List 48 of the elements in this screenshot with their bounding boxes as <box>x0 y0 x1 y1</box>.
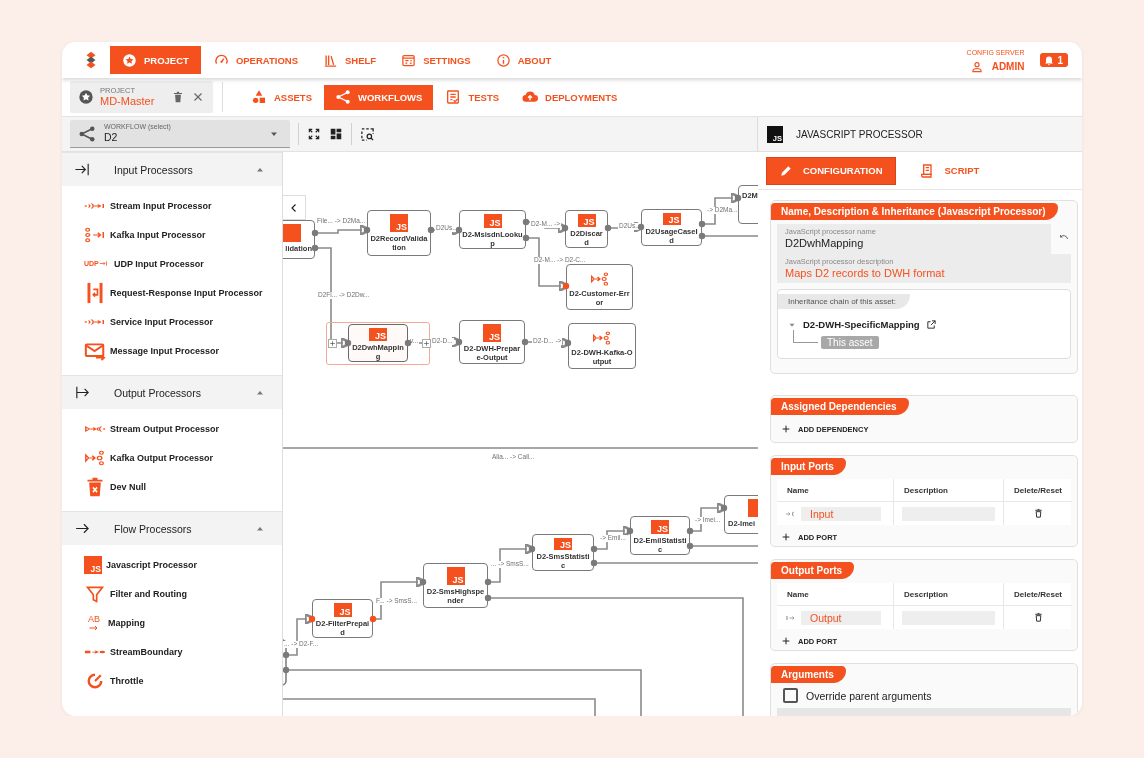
js-badge: JS <box>554 538 572 550</box>
user-menu[interactable]: ADMIN <box>969 59 1025 74</box>
section-tab[interactable]: ASSETS <box>240 84 323 110</box>
override-checkbox[interactable]: Override parent arguments <box>771 683 944 708</box>
js-badge: JS <box>483 214 502 228</box>
js-badge: JS <box>446 567 465 585</box>
palette-item[interactable]: UDP Input Processor <box>114 258 204 269</box>
section-title: Input Ports <box>771 458 846 475</box>
group-header[interactable]: Flow Processors <box>62 511 282 545</box>
column-header: Description <box>894 479 1004 502</box>
js-badge: JS <box>390 214 408 232</box>
tree-item[interactable]: D2-DWH-SpecificMapping <box>803 319 920 330</box>
section-title: Arguments <box>771 666 846 683</box>
palette-item[interactable]: Filter and Routing <box>110 588 187 599</box>
palette-item[interactable]: Stream Output Processor <box>110 423 220 434</box>
js-badge: JS <box>369 328 387 341</box>
inheritance-title: Inheritance chain of this asset: <box>778 294 911 309</box>
js-badge: JS <box>333 603 352 617</box>
js-badge: JS <box>662 213 681 225</box>
palette-item[interactable]: Dev Null <box>110 481 146 492</box>
panel-title: JAVASCRIPT PROCESSOR <box>796 128 923 140</box>
group-header[interactable]: Output Processors <box>62 375 282 409</box>
palette-item[interactable]: Javascript Processor <box>106 559 198 570</box>
section-title: Output Ports <box>771 562 855 579</box>
palette-item[interactable]: Request-Response Input Processor <box>110 287 263 298</box>
section-title: Assigned Dependencies <box>771 398 909 415</box>
palette-item[interactable]: Throttle <box>110 675 144 686</box>
palette-item[interactable]: Stream Input Processor <box>110 200 212 211</box>
column-header: Name <box>777 479 894 502</box>
column-header: Name <box>777 583 894 606</box>
palette-item[interactable]: StreamBoundary <box>110 646 183 657</box>
js-badge: JS <box>483 324 501 342</box>
palette-item[interactable]: Message Input Processor <box>110 345 220 356</box>
palette-item[interactable]: Kafka Input Processor <box>110 229 206 240</box>
js-badge: JS <box>651 520 669 534</box>
column-header: Delete/Reset <box>1004 583 1072 606</box>
nav-tab[interactable]: OPERATIONS <box>201 46 310 74</box>
panel-tab[interactable]: SCRIPT <box>906 157 992 184</box>
palette-item[interactable]: Kafka Output Processor <box>110 452 214 463</box>
group-header[interactable]: Input Processors <box>62 152 282 186</box>
column-header: Description <box>894 583 1004 606</box>
column-header: Delete/Reset <box>1004 479 1072 502</box>
project-name: MD-Master <box>100 95 156 108</box>
js-badge: JS <box>577 214 596 227</box>
js-badge: JS <box>84 555 102 574</box>
palette-item[interactable]: Mapping <box>108 617 145 628</box>
palette-item[interactable]: Service Input Processor <box>110 316 214 327</box>
section-title: Name, Description & Inheritance (Javascript Processor) <box>771 203 1058 220</box>
